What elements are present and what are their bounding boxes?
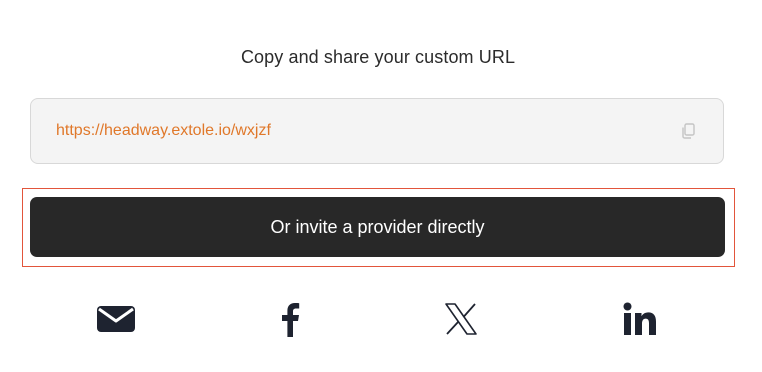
email-icon[interactable] <box>94 297 138 341</box>
custom-url-text[interactable]: https://headway.extole.io/wxjzf <box>56 122 271 140</box>
custom-url-field[interactable]: https://headway.extole.io/wxjzf <box>30 98 724 164</box>
facebook-icon[interactable] <box>276 297 304 341</box>
share-heading: Copy and share your custom URL <box>240 47 516 67</box>
share-panel: Copy and share your custom URL https://h… <box>0 0 762 372</box>
invite-provider-button[interactable]: Or invite a provider directly <box>30 197 725 257</box>
linkedin-icon[interactable] <box>620 297 660 341</box>
x-icon[interactable] <box>441 297 481 341</box>
copy-icon[interactable] <box>679 122 697 140</box>
